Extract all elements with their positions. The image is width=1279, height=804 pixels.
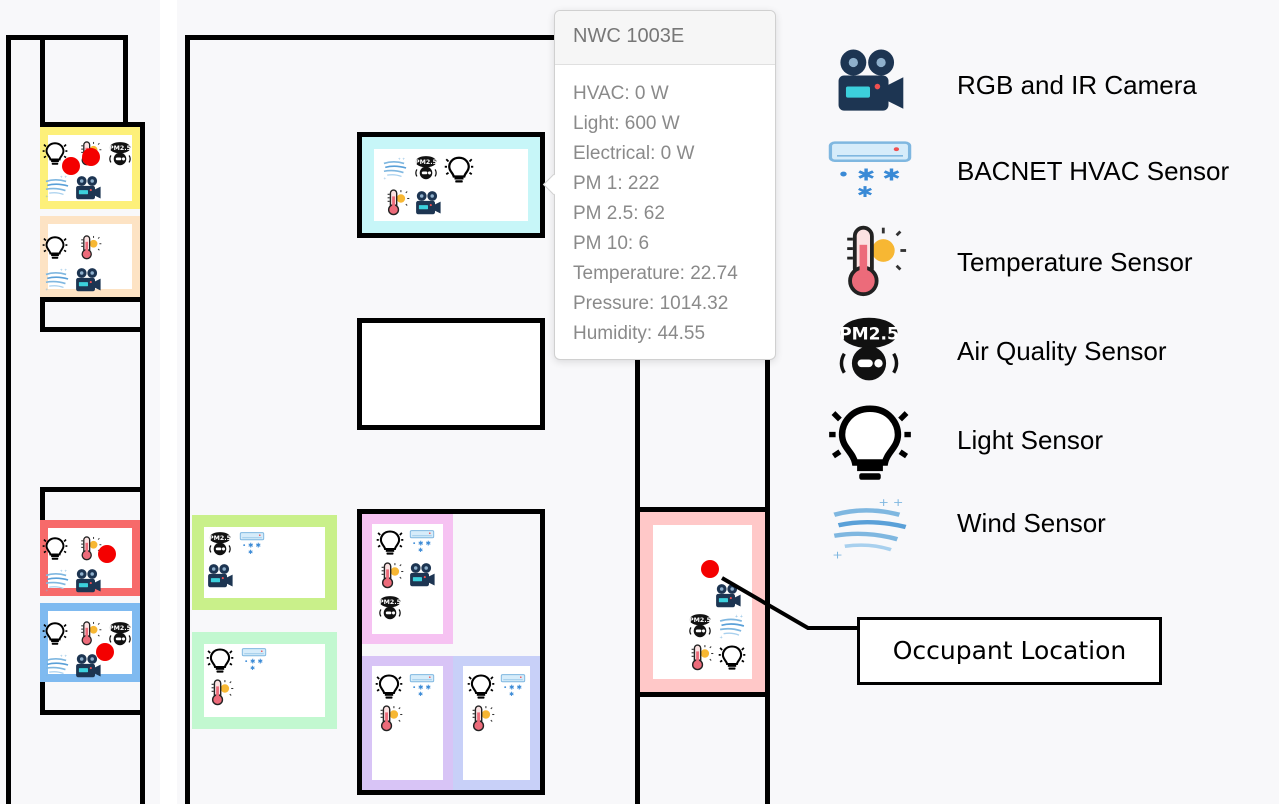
legend-camera-label: RGB and IR Camera	[957, 70, 1197, 100]
tooltip-humidity: Humidity: 44.55	[573, 323, 706, 344]
tooltip-pm25: PM 2.5: 62	[573, 203, 665, 224]
tooltip-hvac: HVAC: 0 W	[573, 83, 669, 104]
legend-air-quality-label: Air Quality Sensor	[957, 336, 1167, 366]
legend-light-label: Light Sensor	[957, 425, 1103, 455]
tooltip-pm1: PM 1: 222	[573, 173, 660, 194]
air-quality-icon	[826, 312, 912, 388]
camera-icon	[826, 44, 914, 118]
tooltip-title: NWC 1003E	[555, 11, 775, 65]
tooltip-pressure: Pressure: 1014.32	[573, 293, 729, 314]
occupant-location-label: Occupant Location	[857, 617, 1162, 685]
legend-wind-label: Wind Sensor	[957, 508, 1106, 538]
legend-temperature-label: Temperature Sensor	[957, 247, 1193, 277]
tooltip-light: Light: 600 W	[573, 113, 680, 134]
wind-icon	[828, 492, 912, 562]
light-bulb-icon	[826, 398, 914, 484]
hvac-icon	[826, 136, 914, 202]
legend-hvac-label: BACNET HVAC Sensor	[957, 156, 1230, 186]
tooltip-body: HVAC: 0 W Light: 600 W Electrical: 0 W P…	[555, 65, 775, 349]
tooltip-pm10: PM 10: 6	[573, 233, 650, 254]
room-tooltip: NWC 1003E HVAC: 0 W Light: 600 W Electri…	[542, 10, 776, 360]
thermometer-icon	[832, 218, 908, 302]
tooltip-temperature: Temperature: 22.74	[573, 263, 738, 284]
tooltip-electrical: Electrical: 0 W	[573, 143, 695, 164]
